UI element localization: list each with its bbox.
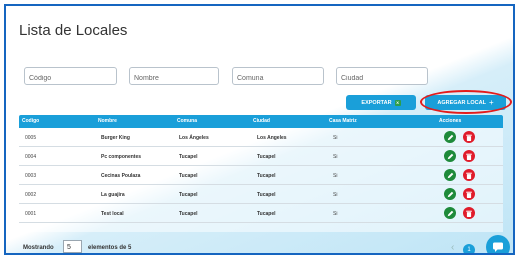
- delete-button[interactable]: [463, 207, 475, 219]
- cell-nombre: Burger King: [101, 135, 130, 141]
- export-button[interactable]: EXPORTAR X: [346, 95, 416, 110]
- trash-icon: [466, 153, 472, 160]
- table-row: 0005 Burger King Los Ángeles Los Angeles…: [19, 128, 503, 147]
- app-frame: Lista de Locales EXPORTAR X AGREGAR LOCA…: [4, 4, 515, 255]
- delete-button[interactable]: [463, 188, 475, 200]
- locales-table: Codigo Nombre Comuna Ciudad Casa Matriz …: [19, 115, 503, 232]
- cell-nombre: La guajira: [101, 192, 125, 198]
- trash-icon: [466, 172, 472, 179]
- page-size-input[interactable]: [63, 240, 82, 253]
- cell-ciudad: Tucapel: [257, 173, 276, 179]
- edit-button[interactable]: [444, 207, 456, 219]
- table-header: Codigo Nombre Comuna Ciudad Casa Matriz …: [19, 115, 503, 128]
- export-button-label: EXPORTAR: [361, 99, 392, 106]
- cell-nombre: Test local: [101, 211, 124, 217]
- delete-button[interactable]: [463, 150, 475, 162]
- cell-casa-matriz: Si: [333, 135, 338, 141]
- cell-ciudad: Los Angeles: [257, 135, 287, 141]
- cell-nombre: Pc componentes: [101, 154, 142, 160]
- header-casa-matriz: Casa Matriz: [329, 118, 357, 124]
- comuna-filter-input[interactable]: [232, 67, 324, 85]
- cell-comuna: Tucapel: [179, 173, 198, 179]
- highlight-annotation: [420, 90, 512, 114]
- delete-button[interactable]: [463, 169, 475, 181]
- cell-casa-matriz: Si: [333, 211, 338, 217]
- chat-bubble-icon: [493, 242, 503, 252]
- pencil-icon: [447, 134, 453, 140]
- cell-casa-matriz: Si: [333, 192, 338, 198]
- cell-codigo: 0005: [25, 135, 37, 141]
- table-row: 0001 Test local Tucapel Tucapel Si: [19, 204, 503, 223]
- cell-nombre: Cecinas Poulaza: [101, 173, 141, 179]
- cell-ciudad: Tucapel: [257, 192, 276, 198]
- cell-comuna: Tucapel: [179, 211, 198, 217]
- edit-button[interactable]: [444, 131, 456, 143]
- header-acciones: Acciones: [439, 118, 462, 124]
- ciudad-filter-input[interactable]: [336, 67, 428, 85]
- header-ciudad: Ciudad: [253, 118, 270, 124]
- pencil-icon: [447, 172, 453, 178]
- codigo-filter-input[interactable]: [24, 67, 117, 85]
- edit-button[interactable]: [444, 150, 456, 162]
- cell-ciudad: Tucapel: [257, 211, 276, 217]
- elements-count-label: elementos de 5: [88, 245, 132, 251]
- table-row: 0002 La guajira Tucapel Tucapel Si: [19, 185, 503, 204]
- pencil-icon: [447, 153, 453, 159]
- cell-codigo: 0003: [25, 173, 37, 179]
- page-button-current[interactable]: 1: [463, 244, 475, 253]
- cell-codigo: 0002: [25, 192, 37, 198]
- chevron-left-icon[interactable]: ‹: [451, 242, 454, 253]
- edit-button[interactable]: [444, 169, 456, 181]
- trash-icon: [466, 210, 472, 217]
- trash-icon: [466, 134, 472, 141]
- cell-comuna: Tucapel: [179, 154, 198, 160]
- table-row: 0004 Pc componentes Tucapel Tucapel Si: [19, 147, 503, 166]
- cell-codigo: 0004: [25, 154, 37, 160]
- header-nombre: Nombre: [98, 118, 117, 124]
- trash-icon: [466, 191, 472, 198]
- cell-codigo: 0001: [25, 211, 37, 217]
- showing-label: Mostrando: [23, 245, 54, 251]
- edit-button[interactable]: [444, 188, 456, 200]
- cell-casa-matriz: Si: [333, 173, 338, 179]
- excel-icon: X: [394, 99, 401, 106]
- page-title: Lista de Locales: [19, 22, 128, 39]
- pencil-icon: [447, 210, 453, 216]
- cell-comuna: Tucapel: [179, 192, 198, 198]
- nombre-filter-input[interactable]: [129, 67, 219, 85]
- header-codigo: Codigo: [22, 118, 40, 124]
- table-row: 0003 Cecinas Poulaza Tucapel Tucapel Si: [19, 166, 503, 185]
- delete-button[interactable]: [463, 131, 475, 143]
- header-comuna: Comuna: [177, 118, 197, 124]
- cell-comuna: Los Ángeles: [179, 135, 209, 141]
- chat-button[interactable]: [486, 235, 510, 253]
- cell-ciudad: Tucapel: [257, 154, 276, 160]
- pencil-icon: [447, 191, 453, 197]
- cell-casa-matriz: Si: [333, 154, 338, 160]
